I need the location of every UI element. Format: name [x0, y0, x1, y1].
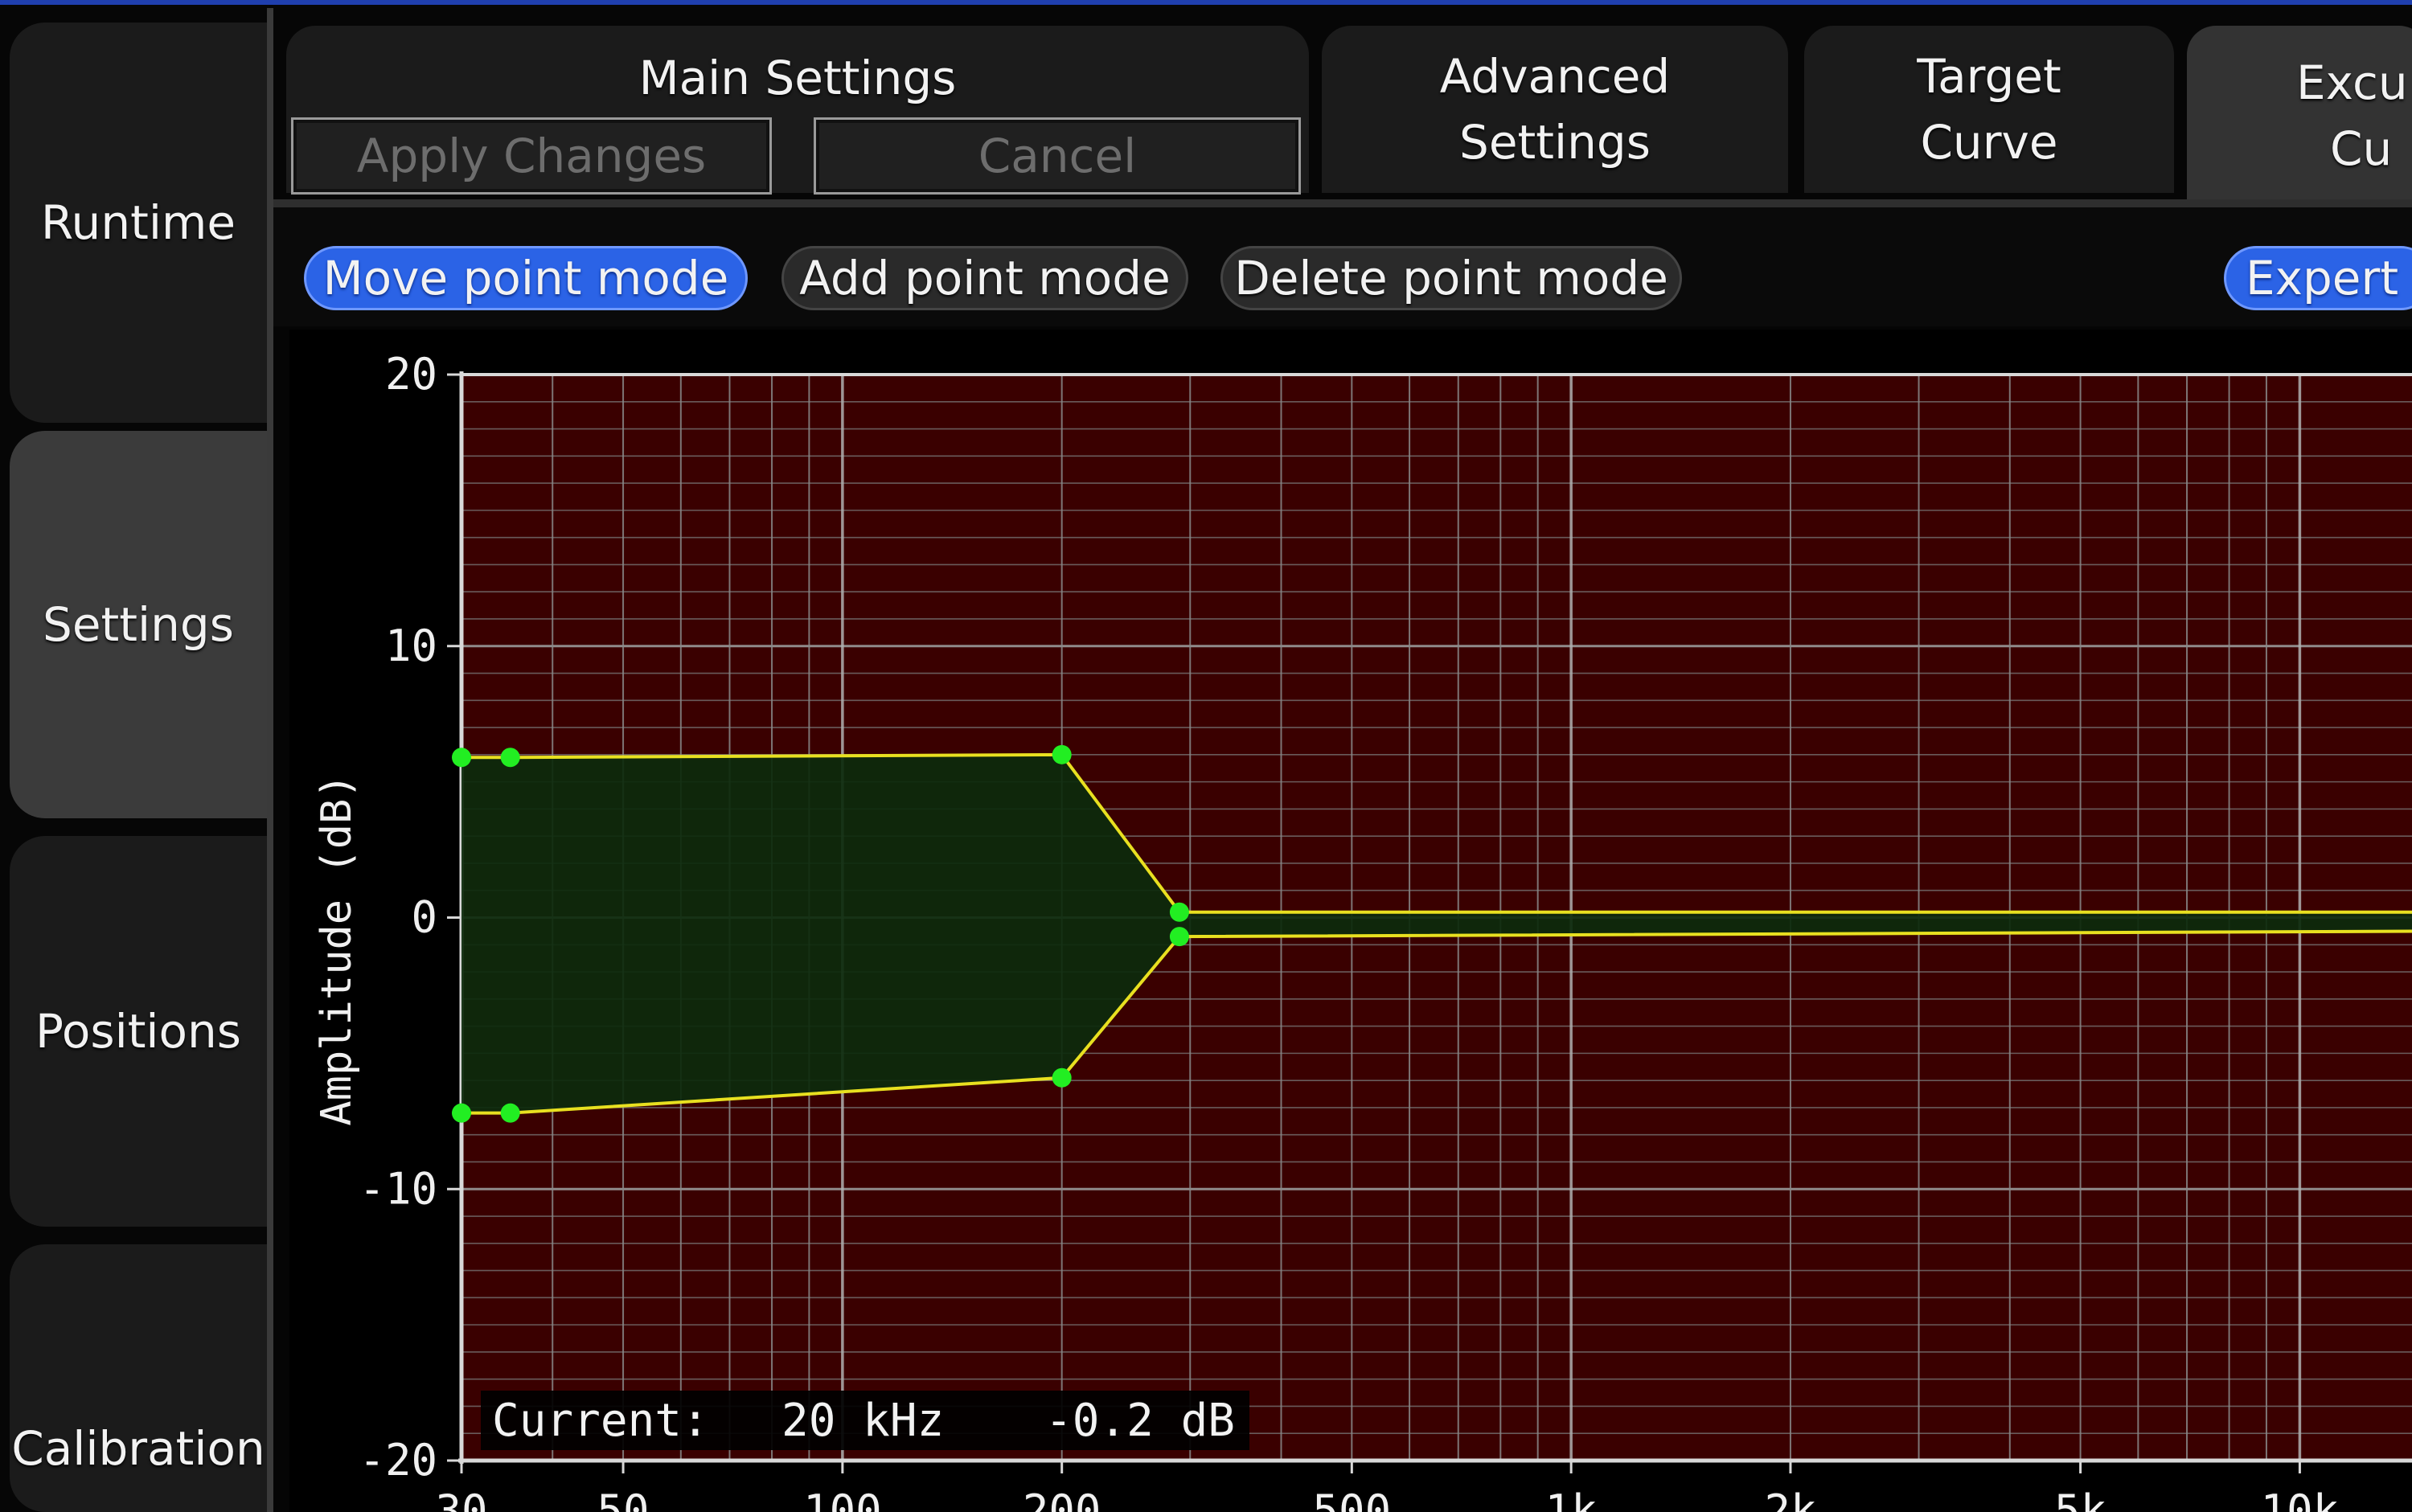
- control-point-1[interactable]: [500, 748, 520, 768]
- x-tick-label: 30: [435, 1485, 487, 1512]
- y-tick-labels: 20 10 0 -10 -20: [359, 349, 437, 1485]
- control-point-2[interactable]: [1052, 1067, 1072, 1088]
- y-tick-label: 0: [411, 892, 437, 943]
- x-tick-label: 50: [597, 1485, 650, 1512]
- x-tick-label: 100: [803, 1485, 882, 1512]
- x-tick-label: 5k: [2054, 1485, 2106, 1512]
- y-tick-label: -10: [359, 1163, 437, 1214]
- control-point-1[interactable]: [1169, 902, 1189, 922]
- y-tick-label: 20: [385, 349, 437, 400]
- x-tick-label: 200: [1023, 1485, 1101, 1512]
- readout-frequency: 20 kHz: [781, 1395, 944, 1447]
- control-point-2[interactable]: [1169, 927, 1189, 947]
- x-tick-labels: 30 50 100 200 500 1k 2k 5k 10k: [435, 1485, 2339, 1512]
- control-point-1[interactable]: [452, 748, 471, 768]
- y-axis-label: Amplitude (dB): [313, 773, 361, 1125]
- control-point-2[interactable]: [452, 1103, 471, 1123]
- control-point-2[interactable]: [500, 1103, 520, 1123]
- x-tick-label: 1k: [1545, 1485, 1598, 1512]
- x-tick-label: 2k: [1764, 1485, 1816, 1512]
- cursor-readout: Current: 20 kHz -0.2 dB: [481, 1391, 1249, 1450]
- readout-value: -0.2 dB: [1045, 1395, 1235, 1447]
- y-tick-label: -20: [359, 1435, 437, 1485]
- x-tick-label: 10k: [2261, 1485, 2340, 1512]
- control-point-1[interactable]: [1052, 744, 1072, 764]
- y-tick-label: 10: [385, 621, 437, 671]
- readout-label: Current:: [492, 1395, 709, 1447]
- x-tick-label: 500: [1313, 1485, 1392, 1512]
- excursion-chart[interactable]: 20100-10-20 30 50 100 200 500 1k 2k 5k 10k Ampli…: [0, 0, 2412, 1512]
